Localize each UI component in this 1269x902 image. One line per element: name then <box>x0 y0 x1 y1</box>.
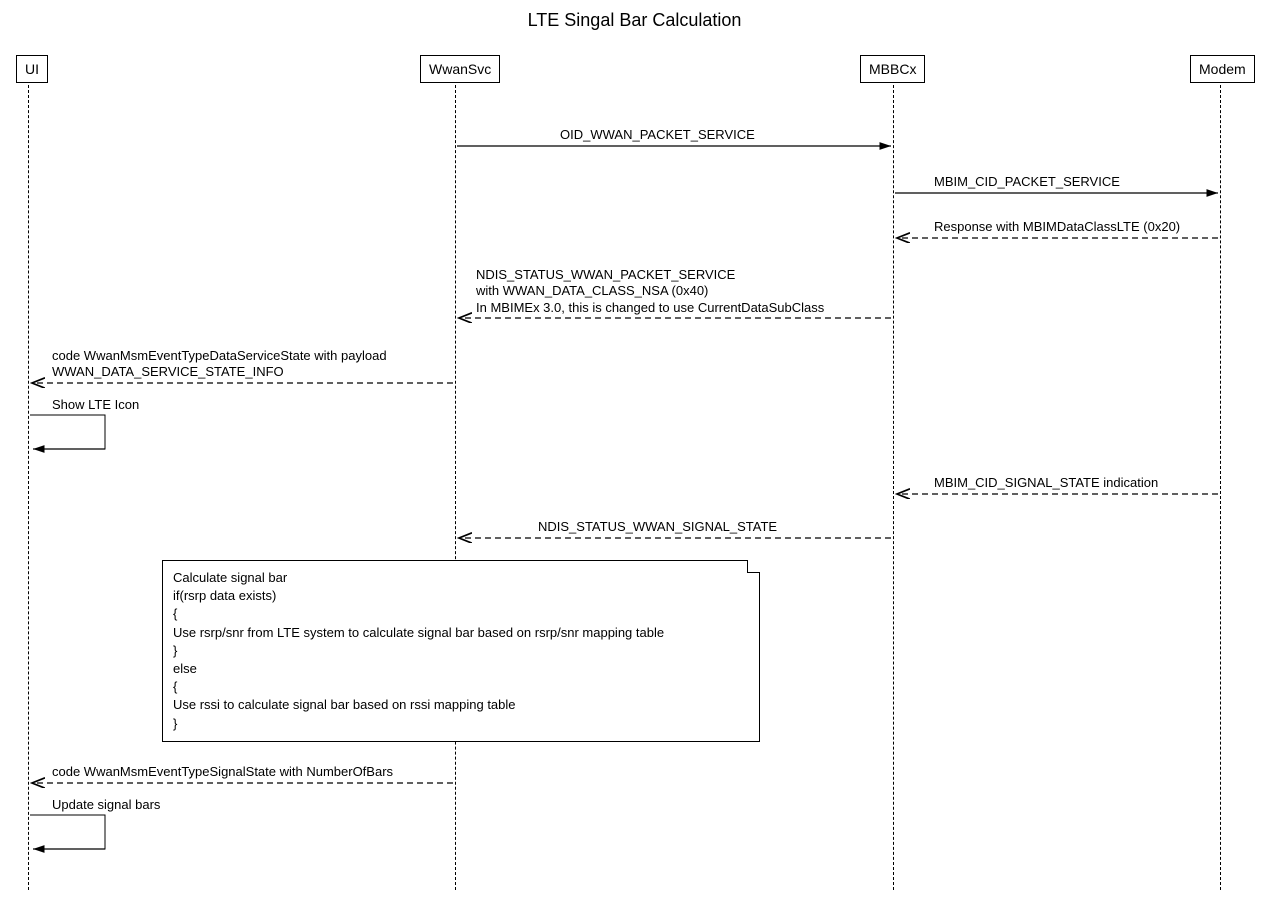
msg-update-signal-bars: Update signal bars <box>52 797 160 812</box>
msg-ndis-status-signal-state: NDIS_STATUS_WWAN_SIGNAL_STATE <box>538 519 777 534</box>
note-fold-icon <box>747 560 760 573</box>
note-calculate-signal-bar: Calculate signal bar if(rsrp data exists… <box>162 560 760 742</box>
msg-response-dataclass-lte: Response with MBIMDataClassLTE (0x20) <box>934 219 1180 234</box>
msg-mbim-cid-packet-service: MBIM_CID_PACKET_SERVICE <box>934 174 1120 189</box>
msg-oid-packet-service: OID_WWAN_PACKET_SERVICE <box>560 127 755 142</box>
msg-event-signal-state: code WwanMsmEventTypeSignalState with Nu… <box>52 764 393 779</box>
msg-ndis-status-packet-service: NDIS_STATUS_WWAN_PACKET_SERVICE with WWA… <box>476 267 824 316</box>
msg-show-lte-icon: Show LTE Icon <box>52 397 139 412</box>
sequence-diagram: LTE Singal Bar Calculation UI WwanSvc MB… <box>0 0 1269 902</box>
msg-event-data-service-state: code WwanMsmEventTypeDataServiceState wi… <box>52 348 387 381</box>
msg-mbim-cid-signal-state: MBIM_CID_SIGNAL_STATE indication <box>934 475 1158 490</box>
